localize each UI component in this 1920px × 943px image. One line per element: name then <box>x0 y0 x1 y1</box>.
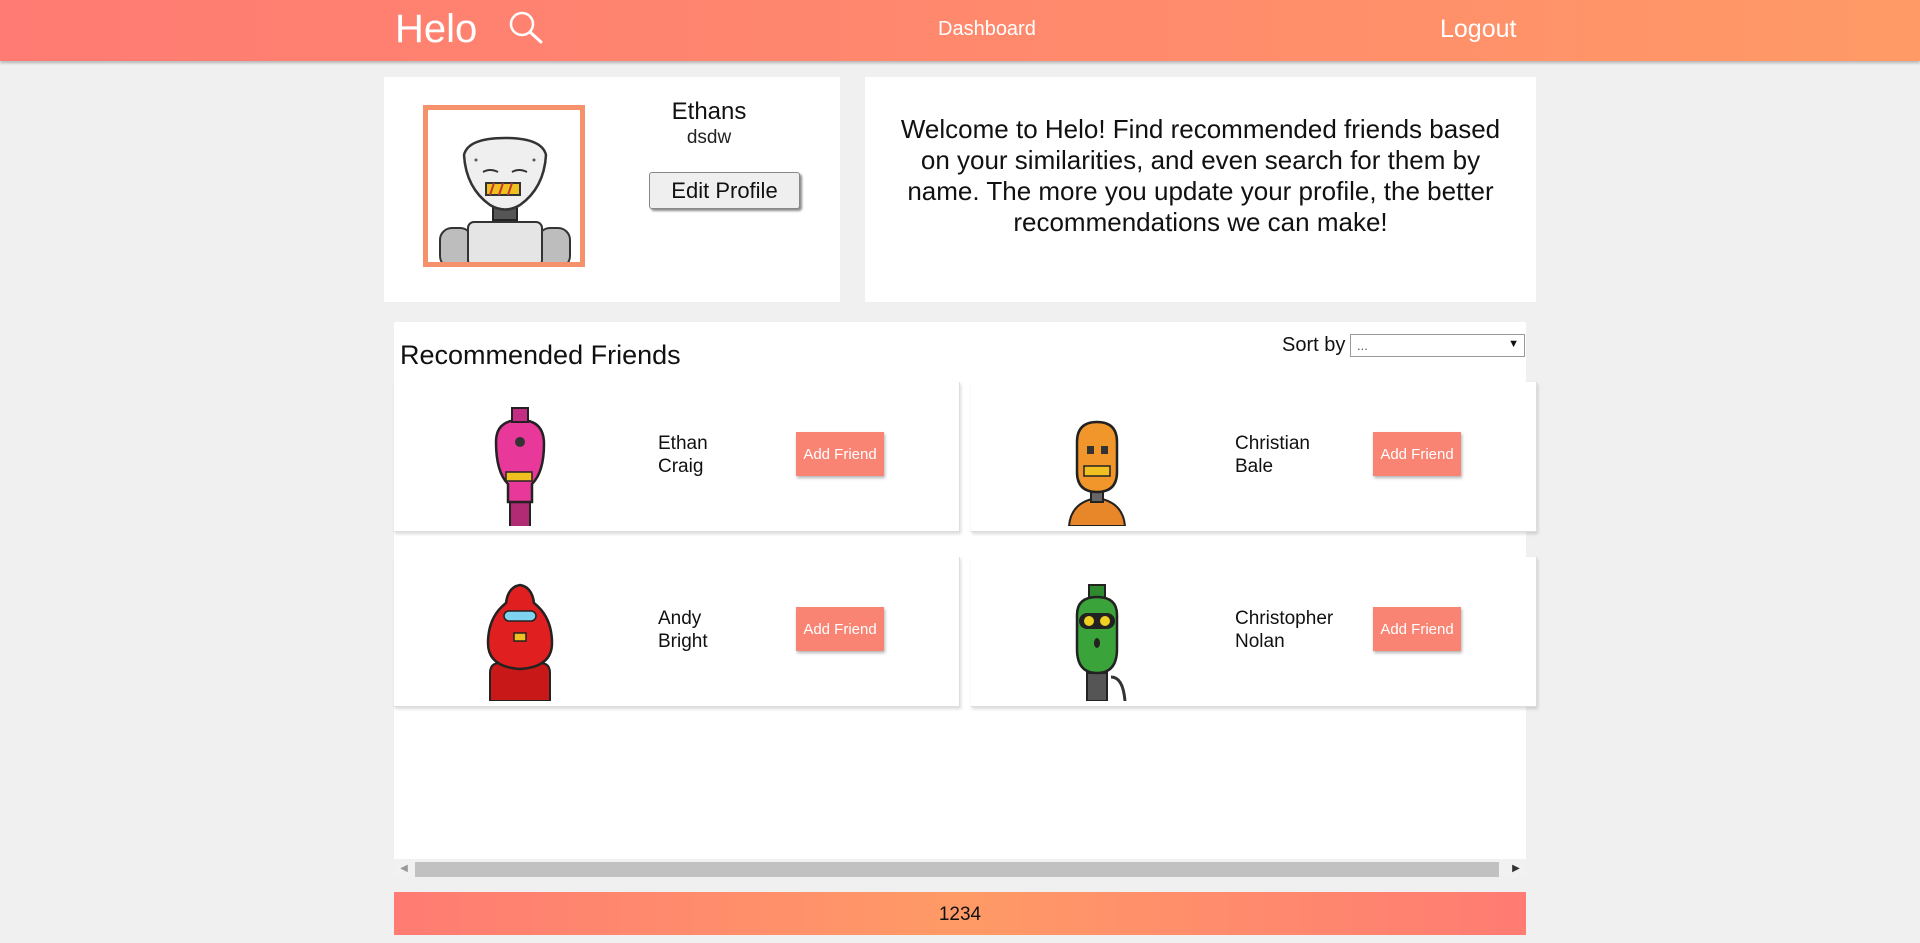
add-friend-button[interactable]: Add Friend <box>1373 607 1461 651</box>
footer-bar: 1234 <box>394 892 1526 935</box>
friend-last-name: Nolan <box>1235 631 1285 652</box>
robot-avatar-green-icon <box>1075 584 1127 701</box>
friend-first-name: Andy <box>658 608 702 629</box>
scroll-left-icon[interactable]: ◀ <box>396 861 412 877</box>
profile-username: dsdw <box>686 127 732 148</box>
friend-avatar <box>460 402 580 526</box>
welcome-message: Welcome to Helo! Find recommended friend… <box>900 114 1501 237</box>
add-friend-button[interactable]: Add Friend <box>1373 432 1461 476</box>
friend-avatar <box>460 577 580 701</box>
friend-name: Christopher Nolan <box>1235 607 1355 653</box>
friend-last-name: Bale <box>1235 456 1274 477</box>
search-icon[interactable] <box>505 10 545 46</box>
friend-avatar <box>1037 577 1157 701</box>
robot-avatar-red-icon <box>486 583 554 701</box>
add-friend-button[interactable]: Add Friend <box>796 432 884 476</box>
friend-last-name: Bright <box>658 631 708 652</box>
chevron-down-icon: ▼ <box>1508 338 1519 350</box>
profile-avatar <box>423 105 585 267</box>
footer-text: 1234 <box>938 904 982 925</box>
friend-avatar <box>1037 402 1157 526</box>
friend-name: Andy Bright <box>658 607 778 653</box>
sort-select[interactable]: ... ▼ <box>1350 334 1525 357</box>
friend-card: Christian Bale Add Friend <box>971 382 1537 532</box>
recommended-friends-panel: Recommended Friends Sort by ... ▼ Ethan … <box>394 322 1537 877</box>
friend-name: Ethan Craig <box>658 432 778 478</box>
brand-logo[interactable]: Helo <box>395 6 477 52</box>
friend-name: Christian Bale <box>1235 432 1355 478</box>
horizontal-scrollbar[interactable]: ◀ ▶ <box>394 859 1526 877</box>
edit-profile-button[interactable]: Edit Profile <box>649 172 800 209</box>
sort-label: Sort by <box>1282 334 1346 356</box>
friend-first-name: Christopher <box>1235 608 1334 629</box>
friend-last-name: Craig <box>658 456 704 477</box>
section-title: Recommended Friends <box>400 340 681 370</box>
robot-avatar-orange-icon <box>1067 420 1127 526</box>
profile-card: Ethans dsdw Edit Profile <box>384 77 840 302</box>
add-friend-button[interactable]: Add Friend <box>796 607 884 651</box>
top-navbar: Helo Dashboard Logout <box>0 0 1920 61</box>
friend-first-name: Ethan <box>658 433 708 454</box>
welcome-card: Welcome to Helo! Find recommended friend… <box>865 77 1536 302</box>
robot-avatar-white-icon <box>439 136 571 262</box>
friend-card: Christopher Nolan Add Friend <box>971 557 1537 707</box>
friend-card: Ethan Craig Add Friend <box>394 382 960 532</box>
scrollbar-thumb[interactable] <box>415 862 1499 877</box>
friend-card: Andy Bright Add Friend <box>394 557 960 707</box>
nav-logout-link[interactable]: Logout <box>1440 15 1516 44</box>
robot-avatar-pink-icon <box>494 407 546 526</box>
profile-name: Ethans <box>671 98 747 125</box>
friend-first-name: Christian <box>1235 433 1310 454</box>
nav-dashboard-link[interactable]: Dashboard <box>938 18 1036 41</box>
scroll-right-icon[interactable]: ▶ <box>1508 861 1524 877</box>
sort-selected-value: ... <box>1357 338 1368 353</box>
